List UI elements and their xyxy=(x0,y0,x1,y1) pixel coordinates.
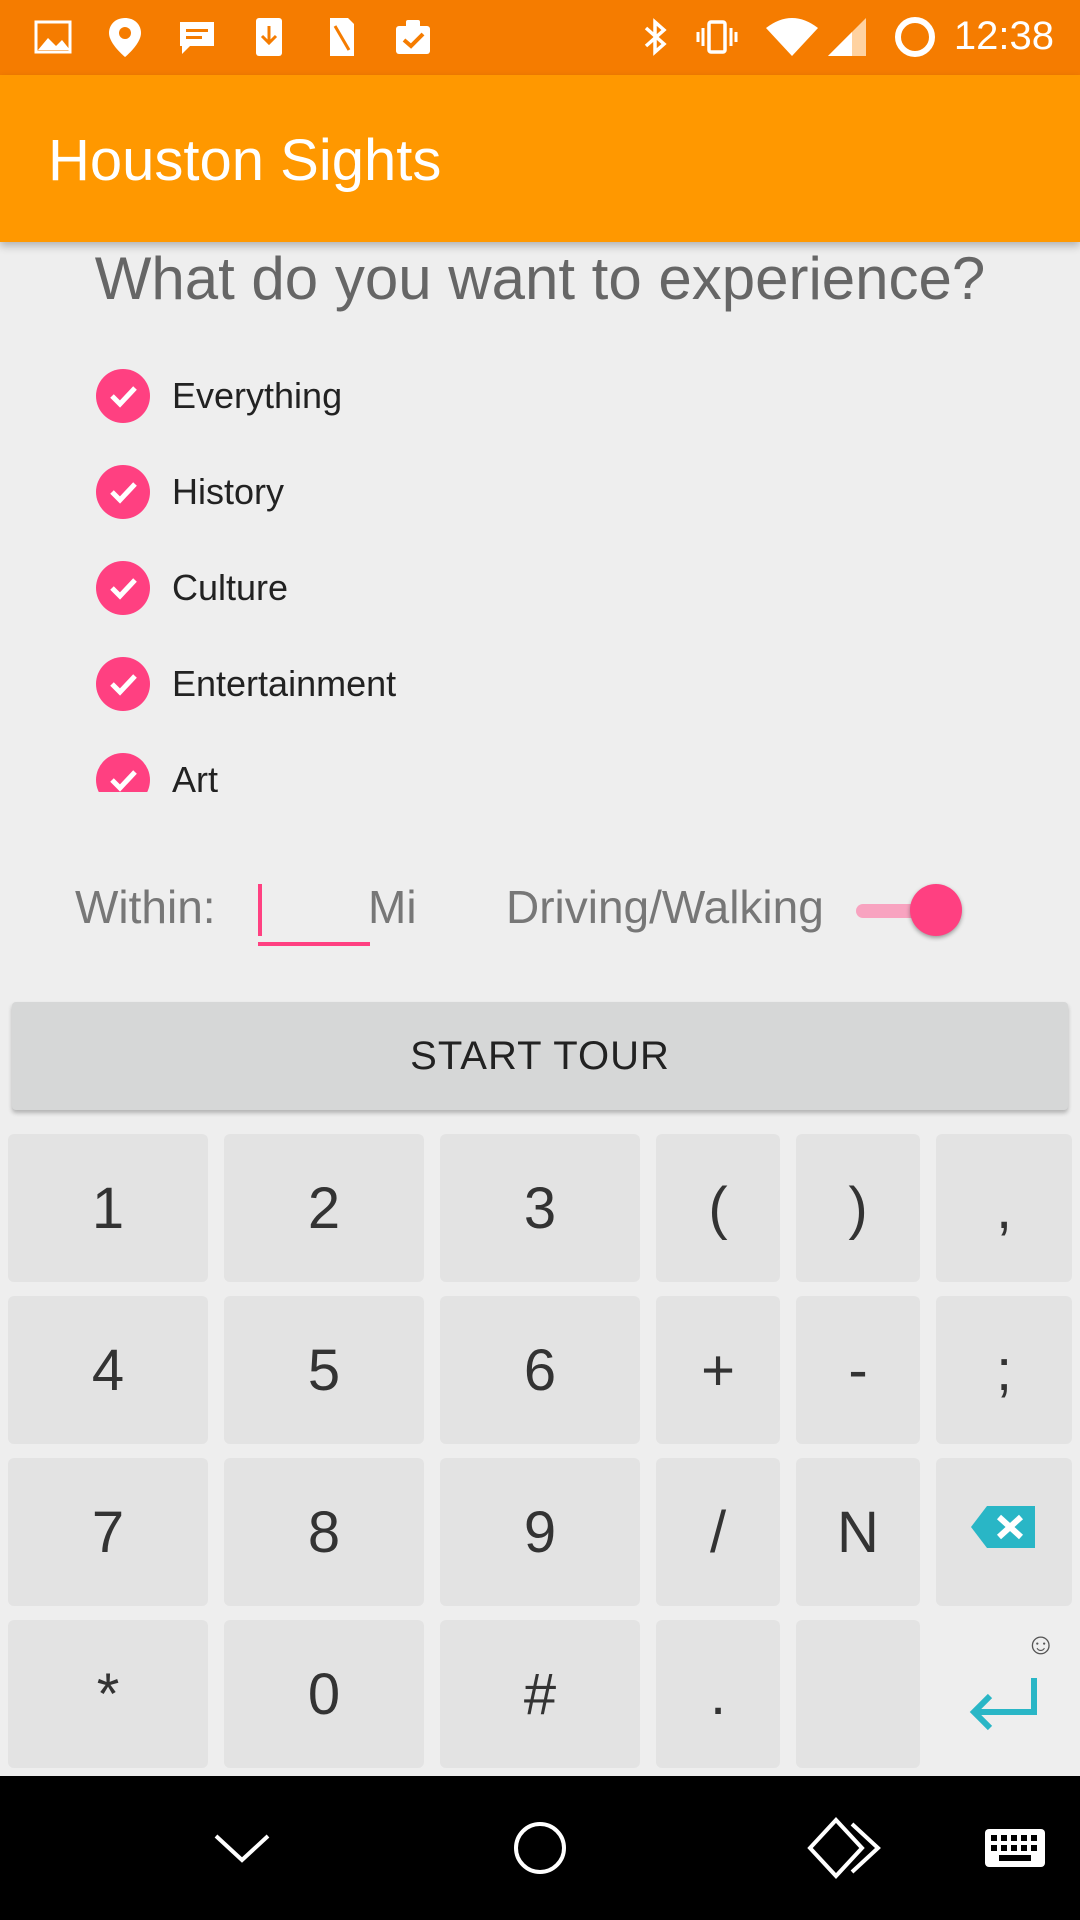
category-label: Everything xyxy=(172,375,343,416)
category-entertainment[interactable]: Entertainment xyxy=(96,654,396,714)
app-bar: Houston Sights xyxy=(0,75,1080,242)
category-art[interactable]: Art xyxy=(96,750,218,792)
message-icon xyxy=(174,14,220,60)
numeric-keyboard: 1 2 3 ( ) , 4 5 6 + - ; 7 8 9 / N * 0 # … xyxy=(0,1126,1080,1776)
key-blank[interactable] xyxy=(796,1620,920,1768)
switch-thumb xyxy=(910,884,962,936)
key-period[interactable]: . xyxy=(656,1620,780,1768)
back-chevron-icon[interactable] xyxy=(202,1812,282,1884)
key-plus[interactable]: + xyxy=(656,1296,780,1444)
wifi-icon xyxy=(764,14,820,60)
start-tour-button[interactable]: START TOUR xyxy=(12,1002,1068,1110)
category-label: Entertainment xyxy=(172,663,397,704)
unit-label: Mi xyxy=(368,881,417,933)
battery-ring-icon xyxy=(892,14,938,60)
key-0[interactable]: 0 xyxy=(224,1620,424,1768)
key-1[interactable]: 1 xyxy=(8,1134,208,1282)
vibrate-icon xyxy=(694,14,740,60)
checkbox-checked-icon[interactable] xyxy=(96,465,150,519)
category-everything[interactable]: Everything xyxy=(96,366,342,426)
checkbox-checked-icon[interactable] xyxy=(96,753,150,792)
bluetooth-icon xyxy=(632,14,678,60)
key-slash[interactable]: / xyxy=(656,1458,780,1606)
enter-icon xyxy=(964,1672,1044,1756)
image-icon xyxy=(30,14,76,60)
key-semicolon[interactable]: ; xyxy=(936,1296,1072,1444)
key-5[interactable]: 5 xyxy=(224,1296,424,1444)
key-9[interactable]: 9 xyxy=(440,1458,640,1606)
driving-walking-switch[interactable] xyxy=(854,880,964,940)
signal-icon xyxy=(824,14,870,60)
category-label: Art xyxy=(172,759,219,792)
category-label: History xyxy=(172,471,285,512)
key-comma[interactable]: , xyxy=(936,1134,1072,1282)
key-asterisk[interactable]: * xyxy=(8,1620,208,1768)
location-icon xyxy=(102,14,148,60)
backspace-icon xyxy=(969,1499,1039,1566)
status-time: 12:38 xyxy=(953,14,1054,58)
keyboard-icon[interactable] xyxy=(980,1812,1050,1884)
key-3[interactable]: 3 xyxy=(440,1134,640,1282)
key-close-paren[interactable]: ) xyxy=(796,1134,920,1282)
category-culture[interactable]: Culture xyxy=(96,558,288,618)
text-cursor xyxy=(258,884,262,936)
status-bar: 12:38 xyxy=(0,0,1080,75)
key-4[interactable]: 4 xyxy=(8,1296,208,1444)
emoji-icon: ☺ xyxy=(1025,1628,1056,1661)
checkbox-checked-icon[interactable] xyxy=(96,369,150,423)
question-heading: What do you want to experience? xyxy=(94,245,986,312)
key-open-paren[interactable]: ( xyxy=(656,1134,780,1282)
clipboard-check-icon xyxy=(390,14,436,60)
checkbox-checked-icon[interactable] xyxy=(96,657,150,711)
home-circle-icon[interactable] xyxy=(500,1812,580,1884)
recents-icon[interactable] xyxy=(806,1812,886,1884)
download-icon xyxy=(246,14,292,60)
enter-key[interactable]: ☺ xyxy=(936,1620,1072,1768)
within-label: Within: xyxy=(75,881,216,933)
key-6[interactable]: 6 xyxy=(440,1296,640,1444)
key-8[interactable]: 8 xyxy=(224,1458,424,1606)
key-n[interactable]: N xyxy=(796,1458,920,1606)
app-title: Houston Sights xyxy=(48,128,442,193)
category-history[interactable]: History xyxy=(96,462,284,522)
category-list: Everything History Culture Entertainment… xyxy=(96,360,796,792)
navigation-bar xyxy=(0,1776,1080,1920)
key-minus[interactable]: - xyxy=(796,1296,920,1444)
checkbox-checked-icon[interactable] xyxy=(96,561,150,615)
sim-icon xyxy=(318,14,364,60)
category-label: Culture xyxy=(172,567,289,608)
backspace-key[interactable] xyxy=(936,1458,1072,1606)
key-2[interactable]: 2 xyxy=(224,1134,424,1282)
key-7[interactable]: 7 xyxy=(8,1458,208,1606)
distance-input[interactable] xyxy=(258,878,370,946)
key-hash[interactable]: # xyxy=(440,1620,640,1768)
mode-label: Driving/Walking xyxy=(506,881,824,933)
